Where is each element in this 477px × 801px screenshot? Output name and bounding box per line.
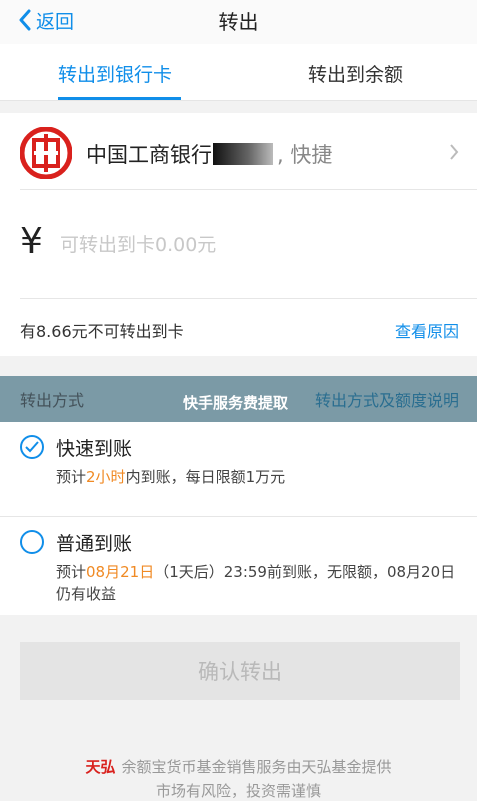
method-info-link[interactable]: 转出方式及额度说明 xyxy=(315,387,459,411)
tab-bar: 转出到银行卡 转出到余额 xyxy=(0,44,477,101)
check-icon xyxy=(25,441,39,453)
icbc-logo-icon xyxy=(20,127,72,179)
option-title: 快速到账 xyxy=(56,438,133,460)
card-number-mask xyxy=(213,143,273,165)
transfer-card: 中国工商银行 , 快捷 ¥ 有8.66元不可转出到卡 查看原因 xyxy=(0,113,477,356)
radio-checked[interactable] xyxy=(20,435,44,459)
active-tab-indicator xyxy=(58,97,181,100)
method-label: 转出方式 xyxy=(20,391,85,410)
divider xyxy=(20,189,477,190)
amount-input[interactable] xyxy=(58,229,442,261)
option-fast[interactable]: 快速到账 预计2小时内到账，每日限额1万元 xyxy=(0,422,477,516)
radio-unchecked[interactable] xyxy=(20,530,44,554)
option-normal[interactable]: 普通到账 预计08月21日（1天后）23:59前到账，无限额，08月20日仍有收… xyxy=(0,517,477,615)
tab-bank-card[interactable]: 转出到银行卡 xyxy=(58,60,172,87)
method-header: 转出方式 转出方式及额度说明 快手服务费提取 xyxy=(0,376,477,422)
bank-name: 中国工商银行 xyxy=(86,143,212,167)
footer-disclaimer: 天弘 余额宝货币基金销售服务由天弘基金提供 xyxy=(85,758,392,776)
limit-text: 有8.66元不可转出到卡 xyxy=(20,322,184,341)
currency-symbol: ¥ xyxy=(20,221,43,262)
tianhong-logo: 天弘 xyxy=(85,758,116,776)
option-desc: 预计2小时内到账，每日限额1万元 xyxy=(56,468,286,486)
option-title: 普通到账 xyxy=(56,533,133,555)
view-reason-link[interactable]: 查看原因 xyxy=(395,318,459,342)
nav-bar: 返回 转出 xyxy=(0,0,477,44)
bank-card-selector[interactable]: 中国工商银行 , 快捷 xyxy=(86,139,332,169)
bank-suffix: , 快捷 xyxy=(277,143,333,167)
risk-warning: 市场有风险，投资需谨慎 xyxy=(155,782,321,800)
confirm-transfer-button[interactable]: 确认转出 xyxy=(20,642,460,700)
divider xyxy=(20,298,477,299)
option-desc: 预计08月21日（1天后）23:59前到账，无限额，08月20日仍有收益 xyxy=(56,563,456,603)
page-title: 转出 xyxy=(218,10,259,34)
tab-balance[interactable]: 转出到余额 xyxy=(308,60,403,87)
overlay-watermark-text: 快手服务费提取 xyxy=(183,394,289,412)
chevron-right-icon[interactable] xyxy=(449,143,459,161)
